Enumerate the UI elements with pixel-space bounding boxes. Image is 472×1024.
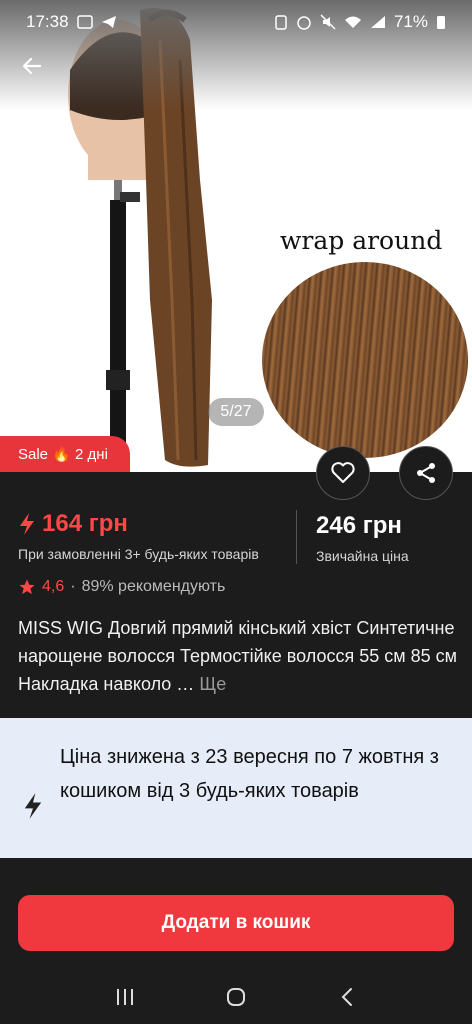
signal-icon	[370, 16, 385, 28]
alarm-icon	[297, 16, 311, 30]
system-back-button[interactable]	[327, 977, 367, 1017]
home-button[interactable]	[216, 977, 256, 1017]
sale-price-note: При замовленні 3+ будь-яких товарів	[18, 546, 259, 562]
product-title-text: MISS WIG Довгий прямий кінський хвіст Си…	[18, 618, 457, 694]
regular-price: 246 грн	[316, 512, 402, 539]
product-image-carousel[interactable]: wrap around 5/27	[0, 0, 472, 472]
recents-icon	[117, 989, 134, 1005]
wifi-icon	[344, 16, 361, 28]
back-button[interactable]	[16, 50, 48, 82]
price-section: 164 грн При замовленні 3+ будь-яких това…	[0, 472, 472, 572]
back-arrow-icon	[22, 57, 42, 75]
mute-icon	[320, 14, 336, 30]
rating-value: 4,6	[42, 578, 65, 595]
telegram-icon	[101, 16, 116, 28]
hair-color-swatch	[262, 262, 468, 458]
price-divider	[296, 510, 297, 564]
regular-price-block: 246 грн Звичайна ціна	[316, 512, 409, 564]
back-nav-icon	[341, 988, 352, 1006]
regular-price-note: Звичайна ціна	[316, 548, 409, 564]
sale-price-block: 164 грн При замовленні 3+ будь-яких това…	[18, 510, 259, 562]
battery-percent: 71%	[393, 12, 428, 31]
promo-banner: Ціна знижена з 23 вересня по 7 жовтня з …	[0, 718, 472, 858]
lightning-icon	[20, 513, 34, 535]
status-bar: 17:38 71%	[0, 0, 472, 44]
lightning-icon	[24, 793, 42, 819]
status-time: 17:38	[26, 12, 69, 31]
battery-icon	[437, 16, 445, 29]
recents-button[interactable]	[105, 977, 145, 1017]
sale-badge: Sale 🔥 2 дні	[0, 436, 130, 472]
promo-text: Ціна знижена з 23 вересня по 7 жовтня з …	[60, 746, 439, 802]
screenshot-icon	[76, 15, 93, 29]
home-icon	[226, 988, 245, 1006]
rating-row[interactable]: 4,6 · 89% рекомендують	[18, 578, 225, 596]
image-caption: wrap around	[280, 226, 443, 255]
system-nav-bar	[0, 970, 472, 1024]
battery-saver-icon	[275, 15, 287, 30]
rating-separator: ·	[70, 578, 76, 595]
add-to-cart-button[interactable]: Додати в кошик	[18, 895, 454, 951]
sale-price: 164 грн	[42, 510, 128, 537]
image-page-indicator: 5/27	[208, 398, 264, 426]
star-icon	[19, 579, 35, 595]
product-title[interactable]: MISS WIG Довгий прямий кінський хвіст Си…	[18, 614, 458, 698]
more-link[interactable]: Ще	[199, 674, 226, 694]
sale-price-row: 164 грн	[18, 510, 259, 538]
recommend-percent: 89% рекомендують	[81, 578, 226, 595]
